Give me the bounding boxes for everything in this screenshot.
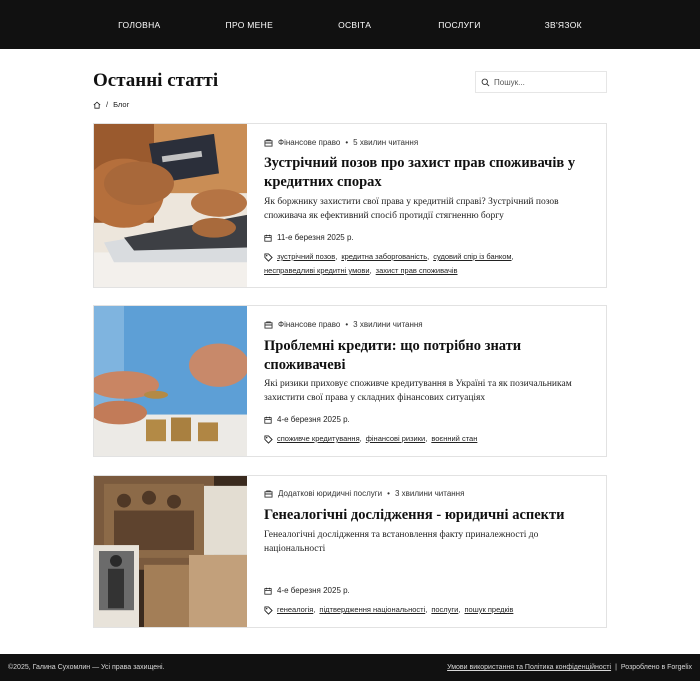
- article-meta: Фінансове право • 5 хвилин читання: [264, 138, 418, 147]
- nav-item-education[interactable]: ОСВІТА: [338, 20, 371, 30]
- article-reading-time: 5 хвилин читання: [353, 138, 419, 147]
- tag-link[interactable]: підтвердження національності: [319, 603, 425, 617]
- article-image-coins[interactable]: [94, 306, 247, 456]
- article-date-text: 11-е березня 2025 р.: [277, 233, 354, 242]
- article-card[interactable]: Фінансове право • 5 хвилин читання Зустр…: [93, 123, 607, 288]
- article-category[interactable]: Фінансове право: [278, 138, 340, 147]
- tag-link[interactable]: воєнний стан: [431, 432, 477, 446]
- search-box[interactable]: [475, 71, 607, 93]
- tag-link[interactable]: фінансові ризики: [366, 432, 426, 446]
- article-image-old-photos[interactable]: [94, 476, 247, 627]
- category-icon: [264, 489, 273, 498]
- article-meta: Додаткові юридичні послуги • 3 хвилини ч…: [264, 489, 464, 498]
- article-card[interactable]: Додаткові юридичні послуги • 3 хвилини ч…: [93, 475, 607, 628]
- footer-links: Умови використання та Політика конфіденц…: [447, 664, 692, 671]
- tag-link[interactable]: кредитна заборгованість: [341, 250, 427, 264]
- article-date: 11-е березня 2025 р.: [264, 233, 354, 242]
- article-excerpt: Які ризики приховує споживче кредитуванн…: [264, 379, 572, 403]
- article-title[interactable]: Зустрічний позов про захист прав спожива…: [264, 154, 594, 192]
- article-date-text: 4-е березня 2025 р.: [277, 586, 350, 595]
- nav-item-about[interactable]: ПРО МЕНЕ: [226, 20, 274, 30]
- category-icon: [264, 320, 273, 329]
- nav-item-home[interactable]: ГОЛОВНА: [118, 20, 160, 30]
- article-tags: споживче кредитування, фінансові ризики,…: [264, 432, 594, 446]
- nav-menu: ГОЛОВНА ПРО МЕНЕ ОСВІТА ПОСЛУГИ ЗВ'ЯЗОК: [0, 0, 700, 49]
- page-title: Останні статті: [93, 70, 219, 91]
- calendar-icon: [264, 234, 272, 242]
- article-tags: зустрічний позов, кредитна заборгованіст…: [264, 250, 594, 278]
- search-input[interactable]: [494, 77, 604, 87]
- top-navigation: ГОЛОВНА ПРО МЕНЕ ОСВІТА ПОСЛУГИ ЗВ'ЯЗОК: [0, 0, 700, 49]
- article-date: 4-е березня 2025 р.: [264, 586, 350, 595]
- article-card[interactable]: Фінансове право • 3 хвилини читання Проб…: [93, 305, 607, 457]
- home-icon[interactable]: [93, 101, 101, 109]
- meta-separator: •: [345, 320, 349, 329]
- article-category[interactable]: Фінансове право: [278, 320, 340, 329]
- nav-item-services[interactable]: ПОСЛУГИ: [438, 20, 480, 30]
- tag-link[interactable]: судовий спір із банком: [433, 250, 511, 264]
- breadcrumb: / Блог: [93, 100, 129, 109]
- tag-link[interactable]: споживче кредитування: [277, 432, 360, 446]
- article-excerpt: Генеалогічні дослідження та встановлення…: [264, 530, 539, 554]
- calendar-icon: [264, 587, 272, 595]
- tag-link[interactable]: генеалогія: [277, 603, 313, 617]
- article-reading-time: 3 хвилини читання: [394, 489, 465, 498]
- tag-link[interactable]: зустрічний позов: [277, 250, 335, 264]
- meta-separator: •: [387, 489, 390, 498]
- search-icon: [481, 78, 490, 86]
- article-category[interactable]: Додаткові юридичні послуги: [278, 489, 382, 498]
- article-title[interactable]: Генеалогічні дослідження - юридичні аспе…: [264, 506, 594, 525]
- footer: ©2025, Галина Сухомлин — Усі права захищ…: [0, 654, 700, 681]
- category-icon: [264, 138, 273, 147]
- article-date: 4-е березня 2025 р.: [264, 415, 350, 424]
- footer-copyright: ©2025, Галина Сухомлин — Усі права захищ…: [8, 664, 165, 671]
- article-image-credit-card[interactable]: [94, 124, 247, 287]
- footer-separator: |: [615, 664, 617, 671]
- article-date-text: 4-е березня 2025 р.: [277, 415, 350, 424]
- developer-credit: Розроблено в Forgelix: [620, 664, 692, 671]
- nav-item-contact[interactable]: ЗВ'ЯЗОК: [545, 20, 582, 30]
- meta-separator: •: [345, 138, 349, 147]
- tag-link[interactable]: захист прав споживачів: [376, 264, 458, 278]
- article-tags: генеалогія, підтвердження національності…: [264, 603, 594, 617]
- article-title[interactable]: Проблемні кредити: що потрібно знати спо…: [264, 337, 594, 375]
- calendar-icon: [264, 416, 272, 424]
- tag-link[interactable]: послуги: [431, 603, 458, 617]
- tag-icon: [264, 434, 273, 444]
- article-reading-time: 3 хвилини читання: [353, 320, 423, 329]
- tag-link[interactable]: пошук предків: [464, 603, 513, 617]
- breadcrumb-current: Блог: [113, 100, 130, 109]
- terms-privacy-link[interactable]: Умови використання та Політика конфіденц…: [447, 664, 611, 671]
- tag-link[interactable]: несправедливі кредитні умови: [264, 264, 370, 278]
- article-excerpt: Як боржнику захистити свої права у креди…: [264, 197, 559, 221]
- tag-icon: [264, 252, 273, 262]
- tag-icon: [264, 605, 273, 615]
- breadcrumb-separator: /: [106, 100, 109, 109]
- article-meta: Фінансове право • 3 хвилини читання: [264, 320, 423, 329]
